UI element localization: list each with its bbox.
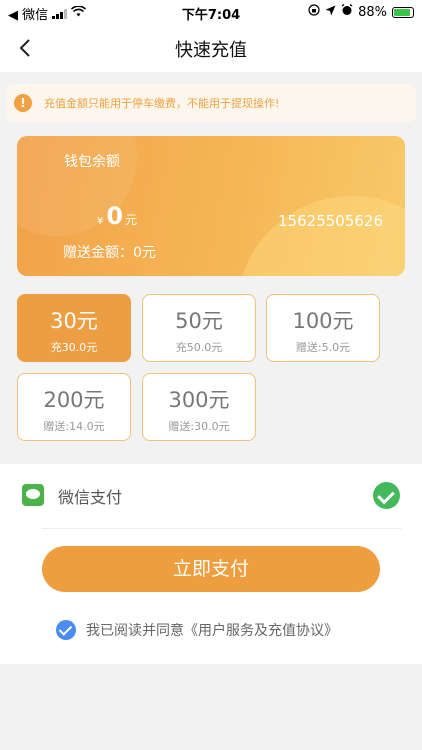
option-detail: 充30.0元 <box>50 341 98 354</box>
recharge-option-100[interactable]: 100元 赠送:5.0元 <box>266 294 380 362</box>
agree-checkbox-icon[interactable] <box>56 620 76 640</box>
nav-bar: 快速充值 <box>0 24 422 72</box>
payment-method-row[interactable]: 微信支付 <box>0 464 422 528</box>
option-detail: 赠送:30.0元 <box>168 420 230 433</box>
wallet-card: 钱包余额 ¥ 0 元 15625505626 赠送金额：0元 <box>17 136 405 276</box>
battery-percent: 88% <box>358 4 387 20</box>
option-amount: 30元 <box>50 309 98 333</box>
agreement-row[interactable]: 我已阅读并同意《用户服务及充值协议》 <box>56 620 338 640</box>
recharge-option-300[interactable]: 300元 赠送:30.0元 <box>142 373 256 441</box>
agreement-text[interactable]: 我已阅读并同意《用户服务及充值协议》 <box>86 620 338 640</box>
option-detail: 赠送:14.0元 <box>43 420 105 433</box>
divider <box>42 528 402 529</box>
payment-section: 微信支付 立即支付 我已阅读并同意《用户服务及充值协议》 <box>0 464 422 664</box>
recharge-option-200[interactable]: 200元 赠送:14.0元 <box>17 373 131 441</box>
gift-amount: 赠送金额：0元 <box>63 245 156 261</box>
status-bar: ◀ 微信 下午7:04 88% <box>0 0 422 24</box>
battery-icon <box>392 6 414 18</box>
selected-check-icon[interactable] <box>373 482 400 509</box>
card-decoration <box>237 196 405 276</box>
location-icon <box>325 5 336 20</box>
option-amount: 50元 <box>175 309 223 333</box>
recharge-option-30[interactable]: 30元 充30.0元 <box>17 294 131 362</box>
warning-icon: ! <box>14 94 32 112</box>
alarm-icon <box>341 3 353 20</box>
account-phone: 15625505626 <box>278 212 383 230</box>
pay-now-button[interactable]: 立即支付 <box>42 546 380 592</box>
option-amount: 300元 <box>168 388 230 412</box>
currency-symbol: ¥ <box>97 216 104 227</box>
lock-rotation-icon <box>308 4 320 20</box>
recharge-option-50[interactable]: 50元 充50.0元 <box>142 294 256 362</box>
status-right: 88% <box>308 3 414 20</box>
notice-text: 充值金额只能用于停车缴费，不能用于提现操作! <box>44 97 280 110</box>
option-amount: 100元 <box>292 309 354 333</box>
balance-value: 0 <box>106 202 124 230</box>
wallet-balance-label: 钱包余额 <box>64 154 120 170</box>
option-detail: 充50.0元 <box>175 341 223 354</box>
option-detail: 赠送:5.0元 <box>295 341 351 354</box>
payment-method-label: 微信支付 <box>58 488 123 507</box>
balance-unit: 元 <box>125 213 138 227</box>
notice-banner: ! 充值金额只能用于停车缴费，不能用于提现操作! <box>6 84 416 122</box>
option-amount: 200元 <box>43 388 105 412</box>
wallet-balance-amount: ¥ 0 元 <box>97 202 137 230</box>
wechat-pay-icon <box>22 484 44 506</box>
page-title: 快速充值 <box>175 40 247 61</box>
